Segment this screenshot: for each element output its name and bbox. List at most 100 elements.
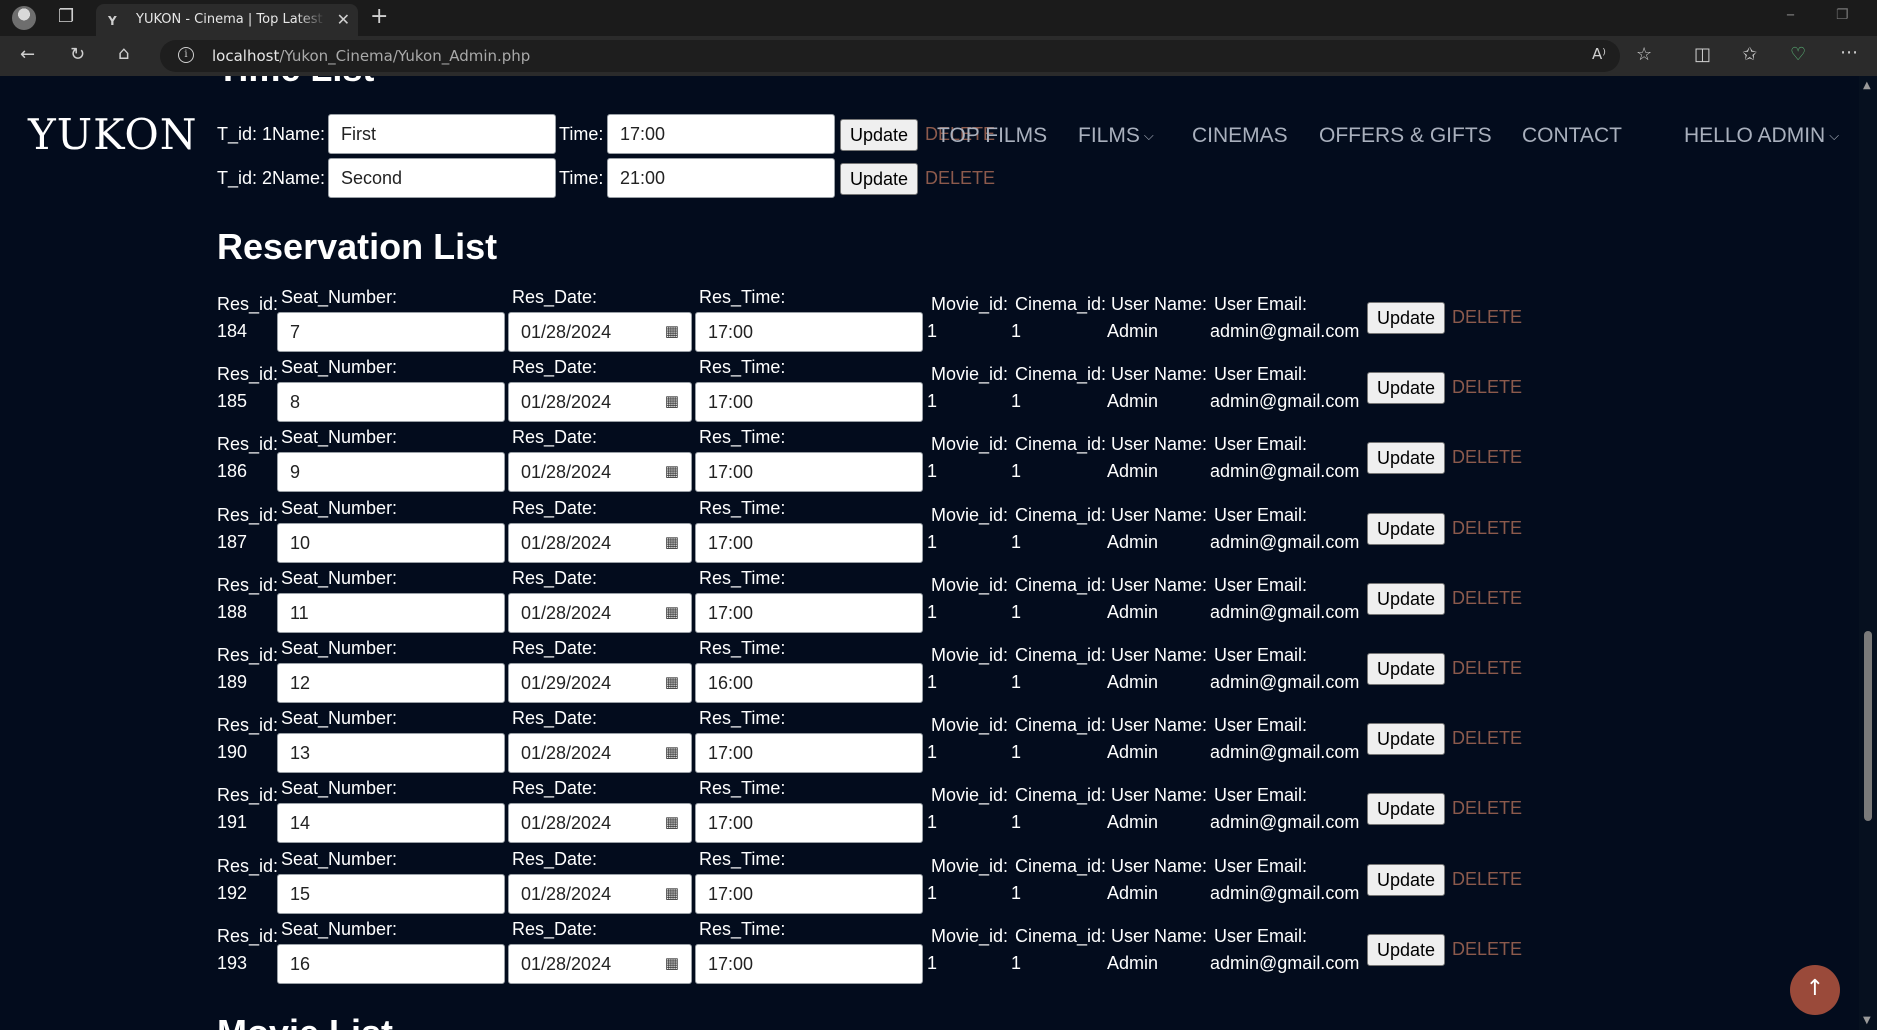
res-update-button[interactable]: Update	[1367, 793, 1445, 825]
calendar-icon[interactable]: ▦	[665, 605, 679, 620]
res-delete-link[interactable]: DELETE	[1452, 588, 1522, 609]
seat-number-input[interactable]: 7	[277, 312, 505, 352]
calendar-icon[interactable]: ▦	[665, 745, 679, 760]
scroll-down-icon[interactable]: ▼	[1863, 1015, 1871, 1026]
res-time-input[interactable]: 17:00	[695, 803, 923, 843]
info-icon[interactable]: i	[178, 47, 194, 63]
res-delete-link[interactable]: DELETE	[1452, 447, 1522, 468]
more-icon[interactable]: ⋯	[1840, 44, 1858, 62]
calendar-icon[interactable]: ▦	[665, 535, 679, 550]
nav-top-films[interactable]: TOP FILMS	[937, 124, 1047, 148]
split-screen-icon[interactable]: ◫	[1694, 46, 1711, 64]
res-delete-link[interactable]: DELETE	[1452, 798, 1522, 819]
res-date-input[interactable]: 01/28/2024 ▦	[508, 944, 692, 984]
res-date-input[interactable]: 01/28/2024 ▦	[508, 523, 692, 563]
res-date-input[interactable]: 01/28/2024 ▦	[508, 312, 692, 352]
res-time-input[interactable]: 17:00	[695, 523, 923, 563]
res-delete-link[interactable]: DELETE	[1452, 377, 1522, 398]
favorites-icon[interactable]: ✩	[1742, 46, 1757, 64]
calendar-icon[interactable]: ▦	[665, 815, 679, 830]
res-delete-link[interactable]: DELETE	[1452, 658, 1522, 679]
seat-number-input[interactable]: 14	[277, 803, 505, 843]
res-update-button[interactable]: Update	[1367, 864, 1445, 896]
seat-number-input[interactable]: 11	[277, 593, 505, 633]
res-time-input[interactable]: 17:00	[695, 312, 923, 352]
res-update-button[interactable]: Update	[1367, 513, 1445, 545]
time-row-tid: T_id: 2	[217, 168, 273, 188]
res-date-input[interactable]: 01/28/2024 ▦	[508, 874, 692, 914]
time-update-button[interactable]: Update	[840, 119, 918, 151]
browser-essentials-icon[interactable]: ♡	[1790, 46, 1806, 64]
res-delete-link[interactable]: DELETE	[1452, 869, 1522, 890]
nav-offers-gifts[interactable]: OFFERS & GIFTS	[1319, 124, 1492, 148]
home-icon[interactable]: ⌂	[118, 45, 129, 63]
res-update-button[interactable]: Update	[1367, 934, 1445, 966]
res-update-button[interactable]: Update	[1367, 442, 1445, 474]
seat-number-input[interactable]: 8	[277, 382, 505, 422]
nav-cinemas[interactable]: CINEMAS	[1192, 124, 1288, 148]
res-time-input[interactable]: 17:00	[695, 382, 923, 422]
seat-number-input[interactable]: 10	[277, 523, 505, 563]
res-time-input[interactable]: 17:00	[695, 944, 923, 984]
seat-number-input[interactable]: 13	[277, 733, 505, 773]
scroll-up-icon[interactable]: ▲	[1863, 80, 1871, 91]
res-delete-link[interactable]: DELETE	[1452, 518, 1522, 539]
res-update-button[interactable]: Update	[1367, 583, 1445, 615]
profile-avatar[interactable]	[12, 6, 36, 30]
calendar-icon[interactable]: ▦	[665, 675, 679, 690]
nav-contact[interactable]: CONTACT	[1522, 124, 1622, 148]
time-delete-link[interactable]: DELETE	[925, 168, 995, 189]
time-time-input[interactable]: 17:00	[607, 114, 835, 154]
workspaces-icon[interactable]: ❐	[58, 8, 74, 26]
seat-number-input[interactable]: 9	[277, 452, 505, 492]
nav-films[interactable]: FILMS ⌵	[1078, 124, 1154, 148]
nav-user-menu[interactable]: HELLO ADMIN ⌵	[1684, 124, 1839, 148]
res-time-input[interactable]: 17:00	[695, 593, 923, 633]
seat-number-input[interactable]: 15	[277, 874, 505, 914]
new-tab-icon[interactable]: +	[370, 6, 388, 28]
res-date-input[interactable]: 01/28/2024 ▦	[508, 452, 692, 492]
res-delete-link[interactable]: DELETE	[1452, 939, 1522, 960]
restore-icon[interactable]: ❐	[1836, 8, 1849, 22]
time-name-input[interactable]: Second	[328, 158, 556, 198]
calendar-icon[interactable]: ▦	[665, 324, 679, 339]
time-update-button[interactable]: Update	[840, 163, 918, 195]
res-date-input[interactable]: 01/28/2024 ▦	[508, 803, 692, 843]
browser-tab[interactable]: Y YUKON - Cinema | Top Latest Movies ✕	[96, 4, 358, 36]
calendar-icon[interactable]: ▦	[665, 464, 679, 479]
res-time-input[interactable]: 17:00	[695, 452, 923, 492]
res-update-button[interactable]: Update	[1367, 723, 1445, 755]
res-delete-link[interactable]: DELETE	[1452, 307, 1522, 328]
time-time-input[interactable]: 21:00	[607, 158, 835, 198]
address-bar[interactable]: i localhost/Yukon_Cinema/Yukon_Admin.php…	[160, 40, 1652, 72]
refresh-icon[interactable]: ↻	[70, 46, 85, 64]
favorite-star-icon[interactable]: ☆	[1636, 46, 1652, 64]
site-logo[interactable]: YUKON	[28, 110, 198, 159]
res-delete-link[interactable]: DELETE	[1452, 728, 1522, 749]
res-update-button[interactable]: Update	[1367, 372, 1445, 404]
res-date-input[interactable]: 01/29/2024 ▦	[508, 663, 692, 703]
minimize-icon[interactable]: –	[1786, 6, 1795, 24]
back-icon[interactable]: ←	[20, 46, 35, 64]
res-date-label: Res_Date:	[512, 919, 598, 939]
calendar-icon[interactable]: ▦	[665, 956, 679, 971]
seat-number-input[interactable]: 16	[277, 944, 505, 984]
res-date-input[interactable]: 01/28/2024 ▦	[508, 733, 692, 773]
res-update-button[interactable]: Update	[1367, 302, 1445, 334]
back-to-top-button[interactable]: ↑	[1790, 965, 1840, 1015]
close-icon[interactable]: ✕	[337, 10, 350, 29]
res-time-input[interactable]: 17:00	[695, 874, 923, 914]
scrollbar-thumb[interactable]	[1864, 631, 1872, 821]
res-date-input[interactable]: 01/28/2024 ▦	[508, 382, 692, 422]
page-scrollbar[interactable]: ▲ ▼	[1859, 76, 1877, 1030]
res-time-input[interactable]: 17:00	[695, 733, 923, 773]
res-time-input[interactable]: 16:00	[695, 663, 923, 703]
res-date-input[interactable]: 01/28/2024 ▦	[508, 593, 692, 633]
calendar-icon[interactable]: ▦	[665, 394, 679, 409]
seat-number-input[interactable]: 12	[277, 663, 505, 703]
time-name-input[interactable]: First	[328, 114, 556, 154]
res-update-button[interactable]: Update	[1367, 653, 1445, 685]
read-aloud-icon[interactable]: A⁾	[1592, 47, 1606, 62]
calendar-icon[interactable]: ▦	[665, 886, 679, 901]
url-text[interactable]: localhost/Yukon_Cinema/Yukon_Admin.php	[212, 47, 530, 65]
